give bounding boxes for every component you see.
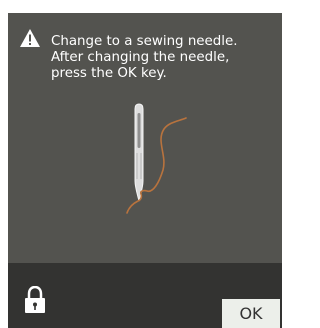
- warning-icon: [20, 29, 40, 47]
- sewing-needle-illustration: [126, 103, 187, 214]
- needle-icon: [134, 103, 144, 202]
- needle-change-message: Change to a sewing needle. After changin…: [51, 34, 273, 82]
- message-line-1: Change to a sewing needle.: [51, 34, 238, 49]
- ok-button[interactable]: OK: [222, 299, 280, 328]
- lock-icon[interactable]: [24, 286, 46, 314]
- dialog-footer: OK: [8, 263, 282, 328]
- sewing-needle-dialog: Change to a sewing needle. After changin…: [8, 13, 282, 328]
- message-line-3: press the OK key.: [51, 66, 167, 81]
- message-area: Change to a sewing needle. After changin…: [8, 13, 282, 263]
- message-line-2: After changing the needle,: [51, 50, 230, 65]
